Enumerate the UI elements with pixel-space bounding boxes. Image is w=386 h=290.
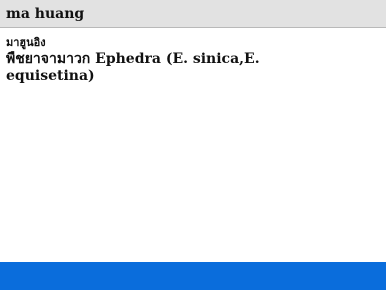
search-bar [0,0,386,28]
search-input[interactable] [6,5,376,23]
entry-definition: พืชยาจามาวก Ephedra (E. sinica,E. equise… [6,51,260,84]
dictionary-window: มาฮูนอิง พืชยาจามาวก Ephedra (E. sinica,… [0,0,386,290]
definition-panel[interactable]: มาฮูนอิง พืชยาจามาวก Ephedra (E. sinica,… [0,28,386,262]
bottom-bar [0,262,386,290]
entry-headword: มาฮูนอิง [6,36,46,49]
